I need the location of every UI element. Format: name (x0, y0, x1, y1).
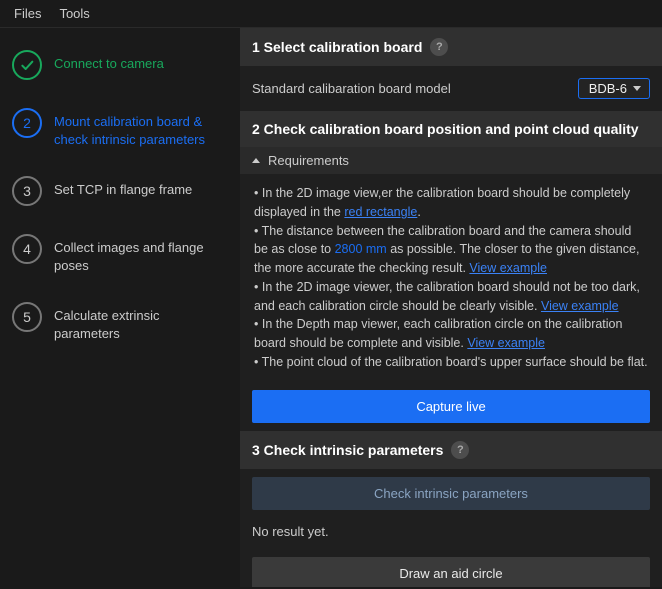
requirements-label: Requirements (268, 153, 349, 168)
chevron-down-icon (633, 86, 641, 91)
check-intrinsic-button[interactable]: Check intrinsic parameters (252, 477, 650, 510)
sidebar: Connect to camera 2 Mount calibration bo… (0, 28, 240, 587)
step-calculate-extrinsic[interactable]: 5 Calculate extrinsic parameters (12, 302, 228, 342)
help-icon[interactable]: ? (451, 441, 469, 459)
step-label: Set TCP in flange frame (54, 176, 192, 199)
step-mount-board[interactable]: 2 Mount calibration board & check intrin… (12, 108, 228, 148)
section-3-title: 3 Check intrinsic parameters (252, 442, 443, 458)
section-1-title: 1 Select calibration board (252, 39, 422, 55)
section-1-header: 1 Select calibration board ? (240, 28, 662, 66)
view-example-link[interactable]: View example (541, 299, 619, 313)
view-example-link[interactable]: View example (469, 261, 547, 275)
requirements-toggle[interactable]: Requirements (240, 147, 662, 174)
menu-tools[interactable]: Tools (59, 6, 89, 21)
step-label: Collect images and flange poses (54, 234, 228, 274)
section-2-header: 2 Check calibration board position and p… (240, 111, 662, 147)
caret-up-icon (252, 158, 260, 163)
step-number-icon: 3 (12, 176, 42, 206)
distance-value: 2800 mm (335, 242, 387, 256)
step-connect-camera[interactable]: Connect to camera (12, 50, 228, 80)
step-number-icon: 4 (12, 234, 42, 264)
main-panel: 1 Select calibration board ? Standard ca… (240, 28, 662, 587)
requirements-body: • In the 2D image view,er the calibratio… (240, 174, 662, 382)
model-select[interactable]: BDB-6 (578, 78, 650, 99)
menubar: Files Tools (0, 0, 662, 28)
req-text: • In the Depth map viewer, each calibrat… (254, 317, 622, 350)
step-number-icon: 5 (12, 302, 42, 332)
step-collect-images[interactable]: 4 Collect images and flange poses (12, 234, 228, 274)
step-set-tcp[interactable]: 3 Set TCP in flange frame (12, 176, 228, 206)
req-text: . (417, 205, 420, 219)
req-text: • In the 2D image view,er the calibratio… (254, 186, 630, 219)
check-icon (12, 50, 42, 80)
step-number-icon: 2 (12, 108, 42, 138)
menu-files[interactable]: Files (14, 6, 41, 21)
help-icon[interactable]: ? (430, 38, 448, 56)
step-label: Connect to camera (54, 50, 164, 73)
model-value: BDB-6 (589, 81, 627, 96)
req-text: • The point cloud of the calibration boa… (254, 353, 648, 372)
view-example-link[interactable]: View example (467, 336, 545, 350)
capture-live-button[interactable]: Capture live (252, 390, 650, 423)
section-3-header: 3 Check intrinsic parameters ? (240, 431, 662, 469)
section-2-title: 2 Check calibration board position and p… (252, 121, 639, 137)
red-rectangle-link[interactable]: red rectangle (344, 205, 417, 219)
intrinsic-status: No result yet. (240, 518, 662, 549)
draw-aid-circle-button[interactable]: Draw an aid circle (252, 557, 650, 588)
step-label: Mount calibration board & check intrinsi… (54, 108, 228, 148)
step-label: Calculate extrinsic parameters (54, 302, 228, 342)
model-label: Standard calibaration board model (252, 81, 451, 96)
